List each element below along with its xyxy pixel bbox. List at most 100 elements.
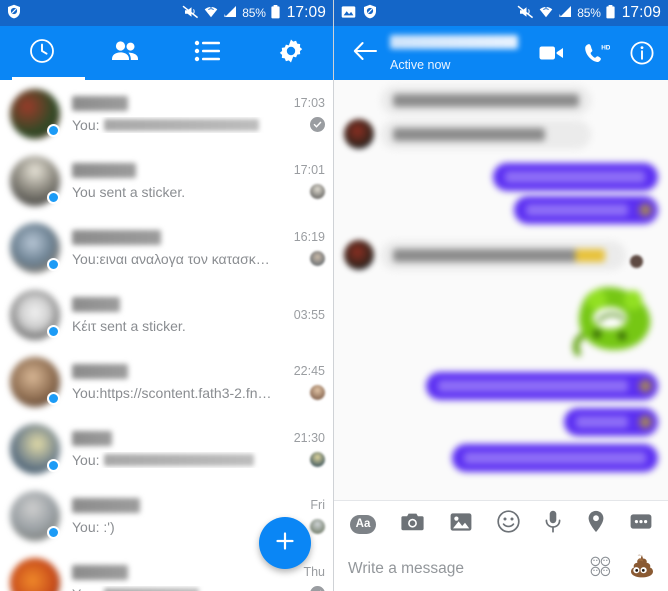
message-row-outgoing	[334, 408, 668, 436]
online-badge	[47, 123, 60, 137]
bubble-group[interactable]	[493, 163, 658, 224]
list-item[interactable]: You: 21:30	[0, 415, 333, 482]
message-snippet: You:	[72, 452, 275, 468]
message-thread[interactable]	[334, 80, 668, 500]
text-format-button[interactable]: Aa	[350, 514, 376, 534]
bubble-group[interactable]	[426, 372, 658, 400]
seen-avatar	[310, 183, 325, 199]
phone-hd-icon[interactable]: HD	[584, 43, 610, 63]
aa-icon: Aa	[350, 514, 376, 534]
list-item[interactable]: You: https://scontent.fath3-2.fna.fbc… 2…	[0, 348, 333, 415]
list-icon	[194, 40, 222, 67]
timestamp: Fri	[310, 497, 325, 512]
composer-right-actions	[590, 553, 654, 586]
list-item[interactable]: You sent a sticker. 17:01	[0, 147, 333, 214]
shield-icon	[363, 4, 377, 22]
sticker-button[interactable]	[497, 510, 520, 538]
new-message-button[interactable]	[259, 517, 311, 569]
list-item-meta: 17:01	[281, 163, 325, 199]
snippet-prefix: You:	[72, 451, 100, 468]
message-row-outgoing	[334, 163, 668, 224]
message-bubble[interactable]	[452, 444, 658, 472]
list-item[interactable]: Κέιτ sent a sticker. 03:55	[0, 281, 333, 348]
sender-avatar	[344, 119, 374, 149]
green-frog-sticker[interactable]	[564, 278, 656, 364]
sender-avatar	[344, 240, 374, 270]
snippet-prefix: You:	[72, 384, 100, 401]
info-icon[interactable]	[630, 41, 654, 65]
bubble-group[interactable]	[452, 444, 658, 472]
thread-title-block[interactable]: Active now	[388, 34, 539, 72]
bubble-group[interactable]	[381, 86, 591, 149]
back-button[interactable]	[342, 41, 388, 66]
ellipsis-icon	[630, 512, 652, 536]
video-camera-icon[interactable]	[539, 44, 564, 62]
people-icon	[110, 39, 140, 68]
voice-record-button[interactable]	[545, 510, 561, 538]
message-input[interactable]: Write a message	[348, 560, 590, 578]
bubble-group[interactable]	[381, 241, 626, 270]
pile-of-poo-emoji[interactable]	[624, 553, 654, 586]
messenger-tab-bar	[0, 26, 333, 80]
contact-name-redacted	[72, 95, 129, 111]
avatar	[10, 356, 60, 407]
list-item-meta: 17:03	[281, 96, 325, 132]
online-badge	[47, 525, 60, 539]
message-snippet: You: :')	[72, 519, 275, 535]
camera-button[interactable]	[401, 512, 424, 537]
message-reaction[interactable]	[639, 379, 652, 393]
svg-text:HD: HD	[601, 45, 610, 52]
message-bubble[interactable]	[381, 241, 626, 270]
message-bubble[interactable]	[564, 408, 658, 436]
avatar	[10, 289, 60, 340]
message-reaction[interactable]	[639, 415, 652, 429]
message-bubble[interactable]	[426, 372, 658, 400]
thread-panel: 85% 17:09 Active now HD Aa Write a messa…	[334, 0, 668, 591]
contact-name-redacted	[72, 296, 121, 312]
tab-groups[interactable]	[167, 26, 250, 80]
avatar	[10, 88, 60, 139]
composer-icon-row: Aa	[334, 501, 668, 547]
snippet-prefix: You:	[72, 250, 100, 267]
list-item-text: You: https://scontent.fath3-2.fna.fbc…	[60, 363, 281, 401]
timestamp: Thu	[303, 564, 325, 579]
contact-name-redacted	[72, 229, 161, 245]
list-item-text: You: ειναι αναλογα τον κατασκευασ…	[60, 229, 281, 267]
gallery-button[interactable]	[450, 512, 472, 537]
smiley-icon	[497, 510, 520, 538]
conversation-list[interactable]: You: 17:03 You sent a sticker. 17:01 You…	[0, 80, 333, 591]
battery-percent: 85%	[577, 6, 601, 20]
emoji-grid-icon[interactable]	[590, 556, 611, 582]
list-item-text: You: :')	[60, 497, 281, 535]
shield-icon	[7, 4, 21, 22]
tab-settings[interactable]	[250, 26, 333, 80]
message-reaction[interactable]	[639, 203, 652, 217]
list-item-text: You:	[60, 430, 281, 468]
more-options-button[interactable]	[630, 512, 652, 536]
tab-people[interactable]	[83, 26, 166, 80]
list-item[interactable]: You: 17:03	[0, 80, 333, 147]
battery-percent: 85%	[242, 6, 266, 20]
location-button[interactable]	[587, 510, 605, 538]
message-bubble[interactable]	[493, 163, 658, 191]
message-bubble[interactable]	[381, 120, 591, 149]
online-badge	[47, 391, 60, 405]
message-bubble[interactable]	[514, 196, 658, 224]
gear-icon	[278, 38, 304, 69]
snippet-text: https://scontent.fath3-2.fna.fbc…	[99, 384, 275, 401]
tab-recent[interactable]	[0, 26, 83, 80]
composer-input-row: Write a message	[334, 547, 668, 591]
status-bar-thread: 85% 17:09	[334, 0, 668, 26]
seen-avatar	[310, 518, 325, 534]
status-clock: 17:09	[621, 4, 661, 21]
vibrate-off-icon	[182, 5, 199, 22]
online-badge	[47, 257, 60, 271]
bubble-group[interactable]	[564, 408, 658, 436]
message-row-incoming	[334, 86, 668, 149]
message-row-outgoing	[334, 444, 668, 472]
message-snippet: You: ειναι αναλογα τον κατασκευασ…	[72, 251, 275, 267]
list-item[interactable]: You: ειναι αναλογα τον κατασκευασ… 16:19	[0, 214, 333, 281]
seen-avatar	[310, 384, 325, 400]
snippet-text: You: :')	[72, 518, 115, 535]
message-bubble[interactable]	[381, 86, 591, 115]
